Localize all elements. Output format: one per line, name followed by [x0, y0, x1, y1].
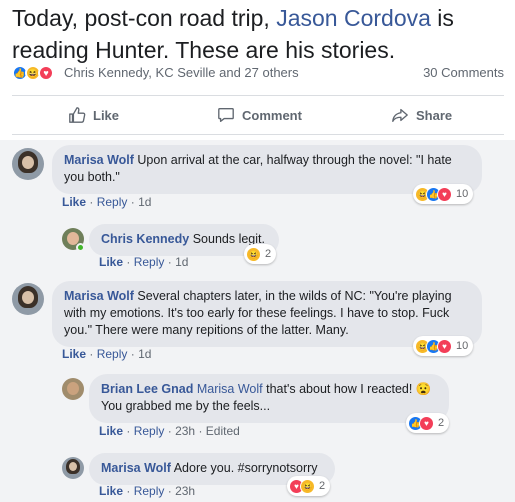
divider: [12, 95, 504, 96]
reaction-count: 10: [456, 188, 469, 200]
like-button-label: Like: [93, 107, 120, 123]
reaction-count: 2: [438, 417, 445, 429]
avatar[interactable]: [62, 457, 84, 479]
comment-like-link[interactable]: Like: [62, 347, 86, 361]
comments-count-link[interactable]: 30 Comments: [423, 65, 504, 80]
love-reaction-icon: ♥: [437, 338, 452, 354]
comment-meta: Like · Reply · 23h: [99, 484, 195, 498]
reaction-count: 10: [456, 340, 469, 352]
comment-time[interactable]: 23h: [175, 424, 195, 438]
separator: ·: [167, 484, 172, 498]
comment-reactions[interactable]: 😆 👍 ♥ 10: [413, 184, 474, 204]
separator: ·: [167, 424, 172, 438]
comment-like-link[interactable]: Like: [99, 255, 123, 269]
online-status-dot: [76, 243, 85, 252]
avatar[interactable]: [62, 378, 84, 400]
comment-author[interactable]: Chris Kennedy: [101, 232, 189, 246]
comment-author[interactable]: Brian Lee Gnad: [101, 382, 193, 396]
comment-author[interactable]: Marisa Wolf: [101, 461, 171, 475]
comment-meta: Like · Reply · 1d: [62, 195, 151, 209]
comment-mention-link[interactable]: Marisa Wolf: [197, 382, 263, 396]
post-mention-link[interactable]: Jason Cordova: [276, 5, 431, 31]
comment-text: Adore you. #sorrynotsorry: [173, 461, 318, 475]
comment-time[interactable]: 23h: [175, 484, 195, 498]
reactions-summary: 👍 😆 ♥ Chris Kennedy, KC Seville and 27 o…: [12, 64, 504, 84]
separator: ·: [126, 424, 131, 438]
separator: ·: [126, 484, 131, 498]
separator: ·: [89, 195, 94, 209]
share-button[interactable]: Share: [391, 106, 452, 124]
comment-reply-link[interactable]: Reply: [134, 484, 165, 498]
thumbs-up-icon: [69, 107, 86, 123]
love-reaction-icon: ♥: [437, 186, 452, 202]
separator: ·: [130, 195, 135, 209]
comment-reply-link[interactable]: Reply: [97, 347, 128, 361]
comment-reactions[interactable]: 😆 👍 ♥ 10: [413, 336, 474, 356]
divider: [12, 134, 504, 135]
comment-meta: Like · Reply · 1d: [62, 347, 151, 361]
separator: ·: [167, 255, 172, 269]
separator: ·: [126, 255, 131, 269]
comment-button-label: Comment: [242, 107, 302, 123]
comment-author[interactable]: Marisa Wolf: [64, 289, 134, 303]
comment-reactions[interactable]: ♥ 😆 2: [287, 476, 331, 496]
like-button[interactable]: Like: [68, 106, 119, 124]
comment-button[interactable]: Comment: [217, 106, 302, 124]
separator: ·: [130, 347, 135, 361]
share-arrow-icon: [392, 108, 408, 122]
reaction-count: 2: [265, 248, 272, 260]
post-action-bar: Like Comment Share: [12, 100, 504, 134]
love-reaction-icon[interactable]: ♥: [38, 65, 54, 81]
comment-meta: Like · Reply · 23h · Edited: [99, 424, 240, 438]
reaction-names-link[interactable]: Chris Kennedy, KC Seville and 27 others: [64, 65, 299, 80]
comment-reactions[interactable]: 😆 2: [244, 244, 277, 264]
avatar[interactable]: [12, 283, 44, 315]
comment-reply-link[interactable]: Reply: [134, 424, 165, 438]
comment-time[interactable]: 1d: [138, 195, 151, 209]
comment-like-link[interactable]: Like: [62, 195, 86, 209]
comment-time[interactable]: 1d: [138, 347, 151, 361]
comment-like-link[interactable]: Like: [99, 424, 123, 438]
comment-author[interactable]: Marisa Wolf: [64, 153, 134, 167]
separator: ·: [89, 347, 94, 361]
post-text-before: Today, post-con road trip,: [12, 5, 277, 31]
reply-bubble: Brian Lee Gnad Marisa Wolf that's about …: [89, 374, 449, 423]
comment-like-link[interactable]: Like: [99, 484, 123, 498]
reaction-count: 2: [319, 480, 326, 492]
share-button-label: Share: [416, 107, 453, 123]
love-reaction-icon: ♥: [419, 415, 434, 431]
comment-time[interactable]: 1d: [175, 255, 188, 269]
comment-meta: Like · Reply · 1d: [99, 255, 188, 269]
comment-reactions[interactable]: 👍 ♥ 2: [406, 413, 450, 433]
edited-label[interactable]: Edited: [206, 424, 240, 438]
avatar[interactable]: [12, 148, 44, 180]
haha-reaction-icon: 😆: [300, 478, 315, 494]
comment-reply-link[interactable]: Reply: [97, 195, 128, 209]
separator: ·: [198, 424, 203, 438]
post-text: Today, post-con road trip, Jason Cordova…: [12, 2, 507, 66]
speech-bubble-icon: [218, 108, 234, 122]
haha-reaction-icon: 😆: [246, 246, 261, 262]
comment-reply-link[interactable]: Reply: [134, 255, 165, 269]
